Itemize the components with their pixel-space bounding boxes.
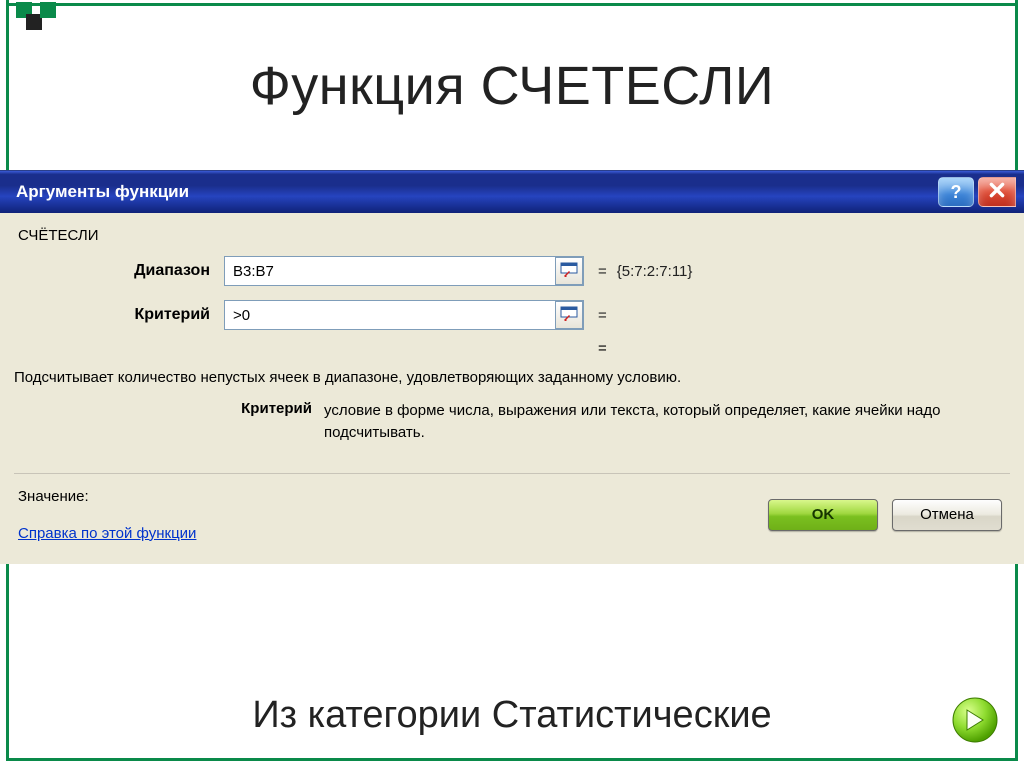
slide-deco-icon (14, 0, 84, 32)
arg-label-criteria: Критерий (14, 306, 224, 324)
slide-frame: Функция СЧЕТЕСЛИ Аргументы функции ? СЧЁ… (0, 0, 1024, 767)
close-button[interactable] (978, 177, 1016, 207)
arg-result-criteria: = (598, 307, 617, 324)
dialog-body: СЧЁТЕСЛИ Диапазон = {5:7:2:7:11} (0, 213, 1024, 564)
arg-label-range: Диапазон (14, 262, 224, 280)
range-picker-button[interactable] (555, 257, 583, 285)
param-help: Критерий условие в форме числа, выражени… (14, 400, 1010, 445)
dialog-title: Аргументы функции (16, 182, 189, 202)
cancel-button[interactable]: Отмена (892, 499, 1002, 531)
slide-top-strip (6, 3, 1018, 6)
help-icon: ? (951, 182, 962, 203)
next-slide-button[interactable] (950, 695, 1000, 745)
range-picker-icon (560, 262, 578, 281)
slide-caption: Из категории Статистические (0, 694, 1024, 737)
arg-input-wrap-criteria (224, 300, 584, 330)
criteria-picker-button[interactable] (555, 301, 583, 329)
param-help-name: Критерий (14, 400, 324, 445)
dialog-footer: Значение: Справка по этой функции OK Отм… (14, 473, 1010, 554)
range-picker-icon (560, 306, 578, 325)
param-help-text: условие в форме числа, выражения или тек… (324, 400, 1010, 445)
function-description: Подсчитывает количество непустых ячеек в… (14, 367, 1010, 390)
ok-button[interactable]: OK (768, 499, 878, 531)
arg-row-range: Диапазон = {5:7:2:7:11} (14, 256, 1010, 286)
close-icon (988, 181, 1006, 204)
function-arguments-dialog: Аргументы функции ? СЧЁТЕСЛИ Диапазон (0, 170, 1024, 564)
range-input[interactable] (225, 257, 555, 285)
arrow-right-icon (950, 732, 1000, 749)
result-value-label: Значение: (18, 488, 196, 505)
result-equals-row: = (598, 340, 1010, 357)
help-button[interactable]: ? (938, 177, 974, 207)
criteria-input[interactable] (225, 301, 555, 329)
arg-row-criteria: Критерий = (14, 300, 1010, 330)
arg-input-wrap-range (224, 256, 584, 286)
function-name: СЧЁТЕСЛИ (18, 227, 1010, 244)
dialog-titlebar[interactable]: Аргументы функции ? (0, 171, 1024, 213)
arg-result-range: = {5:7:2:7:11} (598, 263, 692, 280)
function-help-link[interactable]: Справка по этой функции (18, 525, 196, 542)
